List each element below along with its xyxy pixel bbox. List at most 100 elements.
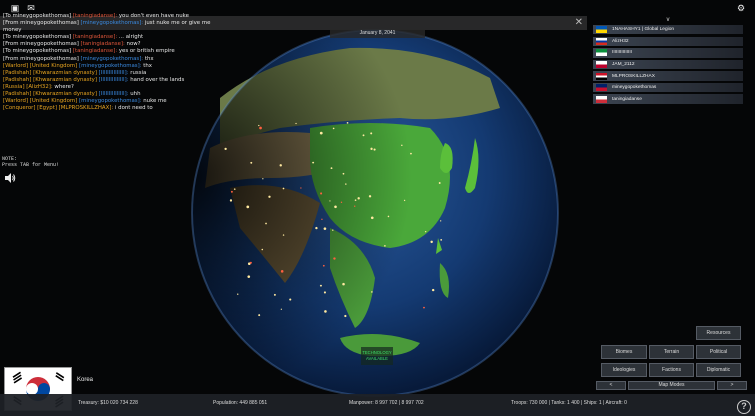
- map-mode-terrain-button[interactable]: Terrain: [649, 345, 694, 359]
- city-light: [344, 314, 347, 318]
- map-modes-prev-button[interactable]: <: [596, 381, 626, 390]
- chat-text: hand over the lands: [128, 76, 185, 83]
- city-light: [371, 291, 373, 293]
- city-light: [324, 310, 327, 313]
- city-light: [403, 199, 406, 202]
- city-light: [329, 200, 331, 202]
- chat-prefix: [Warlord] [United Kingdom]: [3, 62, 78, 69]
- city-light: [354, 205, 356, 207]
- city-light: [357, 197, 360, 200]
- chat-text: you don't even have nuke: [117, 13, 189, 19]
- city-light: [262, 178, 264, 180]
- player-row[interactable]: MLPROSKILLZHAX: [593, 71, 743, 81]
- chat-text: uhh: [128, 91, 141, 98]
- city-light: [273, 293, 276, 296]
- chat-log[interactable]: [To mineygopokethomas] [taningiadanse]: …: [3, 13, 233, 112]
- city-light: [224, 147, 227, 151]
- chat-sender: [IIIIIIIIIIIIIII]:: [96, 91, 129, 98]
- city-light: [373, 148, 376, 151]
- player-row[interactable]: IIIIIIIIIIIIIII: [593, 48, 743, 58]
- player-flag-icon: [596, 26, 607, 34]
- chat-message: [To mineygopokethomas] [taningiadanse]: …: [3, 48, 233, 55]
- city-light: [354, 199, 357, 201]
- speaker-icon[interactable]: [4, 170, 16, 183]
- city-light: [300, 187, 302, 189]
- chat-text: russia: [128, 69, 147, 76]
- player-name: AlizH32: [612, 38, 629, 44]
- technology-available-notice[interactable]: TECHNOLOGY AVAILABLE: [361, 347, 393, 365]
- city-light: [430, 240, 433, 244]
- chat-message: [Padishah] [Khwarazmian dynasty] [IIIIII…: [3, 77, 233, 84]
- city-light: [250, 161, 253, 164]
- tech-line-1: TECHNOLOGY: [362, 350, 392, 355]
- settings-icon[interactable]: ⚙: [736, 3, 746, 13]
- map-mode-resources-button[interactable]: Resources: [696, 326, 741, 340]
- city-light: [330, 167, 333, 170]
- city-light: [332, 127, 335, 130]
- city-light: [424, 231, 427, 233]
- city-light: [229, 199, 233, 202]
- chat-prefix: [To mineygopokethomas]: [3, 48, 72, 55]
- city-light: [280, 308, 282, 310]
- player-name: mineygopokethomas: [612, 85, 657, 91]
- menu-note: NOTE: Press TAB for Menu!: [2, 156, 59, 168]
- city-light: [247, 275, 251, 278]
- map-mode-biomes-button[interactable]: Biomes: [601, 345, 647, 359]
- city-light: [440, 238, 443, 241]
- help-button[interactable]: ?: [737, 400, 751, 414]
- player-name: taningiadanse: [612, 96, 642, 102]
- city-light: [346, 121, 349, 124]
- country-name: Korea: [77, 377, 94, 383]
- chat-prefix: [From mineygopokethomas]: [3, 41, 79, 48]
- map-mode-political-button[interactable]: Political: [696, 345, 741, 359]
- player-flag-icon: [596, 37, 607, 45]
- city-light: [362, 134, 365, 137]
- city-light: [333, 257, 336, 260]
- chat-text: i dont need to: [113, 105, 153, 112]
- city-light: [322, 264, 325, 267]
- city-light: [315, 226, 318, 230]
- city-light: [249, 261, 252, 264]
- city-light: [279, 164, 282, 167]
- close-icon[interactable]: ✕: [575, 17, 583, 28]
- city-light: [370, 147, 373, 150]
- chat-sender: [mineygopokethomas]:: [77, 62, 142, 69]
- chat-sender: [taningiadanse]:: [71, 48, 118, 55]
- chat-prefix: [From mineygopokethomas]: [3, 20, 79, 27]
- city-light: [342, 172, 345, 175]
- chat-message: [Warlord] [United Kingdom] [mineygopoket…: [3, 63, 233, 70]
- map-mode-ideologies-button[interactable]: Ideologies: [601, 363, 647, 377]
- player-name: IIIIIIIIIIIIIII: [612, 50, 632, 56]
- city-light: [320, 192, 323, 195]
- chat-prefix: [To mineygopokethomas]: [3, 34, 72, 41]
- player-row[interactable]: mineygopokethomas: [593, 82, 743, 93]
- map-mode-diplomatic-button[interactable]: Diplomatic: [696, 363, 741, 377]
- map-mode-factions-button[interactable]: Factions: [649, 363, 694, 377]
- player-row[interactable]: JAM_2112: [593, 59, 743, 70]
- chat-bubble-icon[interactable]: ✉: [26, 3, 36, 13]
- city-light: [332, 229, 334, 231]
- player-flag-icon: [596, 84, 607, 92]
- city-light: [289, 298, 292, 301]
- chat-prefix: [Conqueror] [Egypt] [MLPROSKILLZHAX]:: [3, 105, 114, 112]
- chat-text: just nuke me or give me: [143, 20, 211, 27]
- chat-message: [Conqueror] [Egypt] [MLPROSKILLZHAX]: i …: [3, 105, 233, 112]
- chat-prefix: [Padishah] [Khwarazmian dynasty]: [3, 91, 97, 98]
- player-row[interactable]: AlizH32: [593, 36, 743, 46]
- city-light: [401, 144, 403, 147]
- player-row[interactable]: taningiadanse: [593, 94, 743, 104]
- city-light: [246, 205, 250, 209]
- player-list-toggle[interactable]: v: [593, 16, 743, 25]
- chat-sender: [mineygopokethomas]:: [78, 55, 144, 62]
- roblox-menu-icon[interactable]: ▣: [10, 3, 20, 13]
- player-row[interactable]: 1NAHASHY1 | Global Legion: [593, 25, 743, 35]
- earth-globe[interactable]: [190, 28, 560, 398]
- chat-message: [Padishah] [Khwarazmian dynasty] [IIIIII…: [3, 91, 233, 98]
- game-date: January 8, 2041: [330, 29, 425, 38]
- player-list[interactable]: v 1NAHASHY1 | Global Legion AlizH32 IIIIII…: [593, 16, 743, 106]
- city-light: [282, 187, 285, 190]
- chat-sender: [mineygopokethomas]:: [78, 20, 144, 27]
- city-light: [265, 222, 267, 225]
- player-name: JAM_2112: [612, 61, 635, 67]
- map-modes-next-button[interactable]: >: [717, 381, 747, 390]
